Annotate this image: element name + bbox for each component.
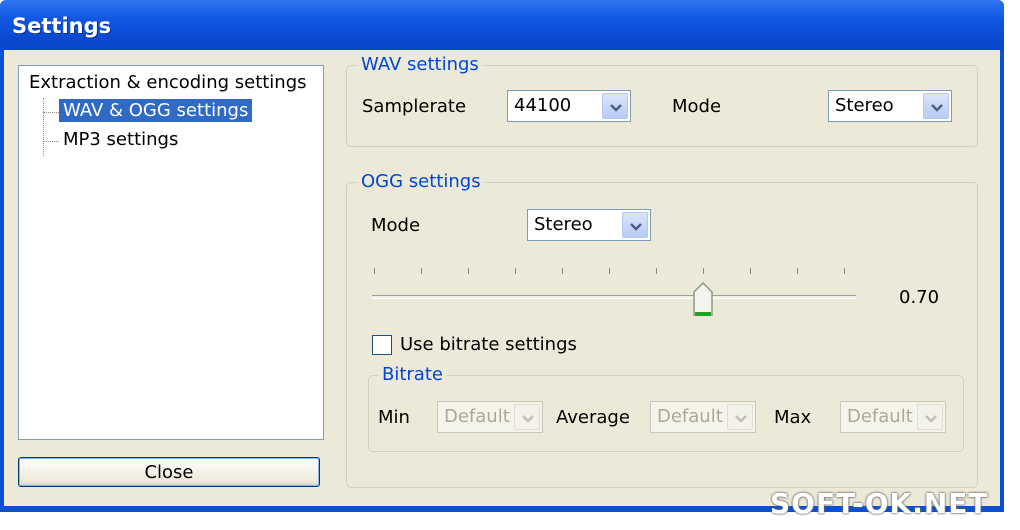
bitrate-max-select[interactable]: Default — [840, 401, 946, 433]
ogg-mode-value: Stereo — [534, 214, 593, 235]
bitrate-title: Bitrate — [378, 364, 447, 385]
slider-tick — [374, 268, 375, 274]
slider-thumb[interactable] — [692, 281, 714, 318]
slider-tick — [609, 268, 610, 274]
wav-mode-value: Stereo — [835, 95, 894, 116]
bitrate-average-select[interactable]: Default — [650, 401, 756, 433]
slider-track — [372, 295, 856, 299]
wav-settings-title: WAV settings — [357, 54, 483, 75]
slider-tick — [515, 268, 516, 274]
slider-tick — [797, 268, 798, 274]
settings-tree[interactable]: Extraction & encoding settings WAV & OGG… — [18, 65, 324, 440]
slider-tick — [703, 268, 704, 274]
chevron-down-icon[interactable] — [622, 212, 648, 238]
slider-tick — [656, 268, 657, 274]
ogg-settings-title: OGG settings — [357, 171, 485, 192]
chevron-down-icon[interactable] — [727, 404, 753, 430]
window-title: Settings — [12, 14, 112, 38]
ogg-mode-label: Mode — [371, 215, 421, 236]
watermark-text: SOFT-OK.NET — [770, 487, 989, 520]
chevron-down-icon[interactable] — [923, 93, 949, 119]
wav-mode-label: Mode — [672, 96, 722, 117]
title-bar[interactable]: Settings — [0, 0, 1004, 50]
tree-item-wav-ogg[interactable]: WAV & OGG settings — [59, 99, 253, 122]
chevron-down-icon[interactable] — [514, 404, 540, 430]
dialog-client-area: Extraction & encoding settings WAV & OGG… — [4, 50, 1000, 506]
slider-tick — [468, 268, 469, 274]
bitrate-max-label: Max — [774, 407, 812, 428]
samplerate-select[interactable]: 44100 — [507, 90, 631, 122]
tree-root-item[interactable]: Extraction & encoding settings — [29, 72, 307, 93]
tree-connector-h1 — [43, 112, 59, 113]
tree-connector-h2 — [43, 141, 59, 142]
quality-slider[interactable] — [364, 260, 864, 320]
ogg-mode-select[interactable]: Stereo — [527, 209, 651, 241]
tree-item-mp3[interactable]: MP3 settings — [59, 128, 182, 151]
slider-tick — [750, 268, 751, 274]
close-button[interactable]: Close — [18, 457, 320, 487]
bitrate-average-value: Default — [657, 406, 723, 427]
chevron-down-icon[interactable] — [602, 93, 628, 119]
use-bitrate-checkbox[interactable] — [372, 335, 392, 355]
slider-tick — [562, 268, 563, 274]
bitrate-max-value: Default — [847, 406, 913, 427]
use-bitrate-label[interactable]: Use bitrate settings — [400, 334, 577, 355]
slider-tick — [421, 268, 422, 274]
bitrate-min-select[interactable]: Default — [437, 401, 543, 433]
samplerate-value: 44100 — [514, 95, 572, 116]
tree-connector-vertical — [43, 98, 44, 156]
bitrate-average-label: Average — [556, 407, 630, 428]
bitrate-min-label: Min — [378, 407, 410, 428]
wav-mode-select[interactable]: Stereo — [828, 90, 952, 122]
bitrate-min-value: Default — [444, 406, 510, 427]
samplerate-label: Samplerate — [362, 96, 467, 117]
chevron-down-icon[interactable] — [917, 404, 943, 430]
slider-tick — [844, 268, 845, 274]
quality-value-readout: 0.70 — [899, 287, 940, 308]
settings-window: Settings Extraction & encoding settings … — [0, 0, 1004, 512]
